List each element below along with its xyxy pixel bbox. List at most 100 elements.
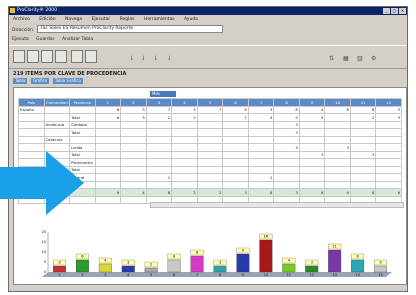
table-cell (324, 113, 351, 122)
tree-view-icon[interactable] (55, 50, 67, 63)
menu-item[interactable]: Reglas (116, 16, 139, 24)
options-icon[interactable]: ⚙ (371, 55, 376, 62)
swap-axes-icon[interactable]: ⇅ (329, 55, 334, 62)
menu-item[interactable]: Ayuda (180, 16, 202, 24)
pie-view-icon[interactable] (41, 50, 53, 63)
column-header-cell[interactable]: 12 (375, 98, 402, 107)
table-cell (298, 128, 326, 137)
table-cell (196, 165, 224, 174)
table-cell: 3 (120, 105, 147, 114)
row-label-cell[interactable] (43, 143, 71, 152)
table-cell: 3 (222, 188, 249, 197)
tab-table-chart[interactable]: Tabla Gráfico (52, 78, 83, 84)
row-label-cell[interactable]: España (18, 105, 45, 114)
table-cell: 3 (375, 105, 402, 114)
table-cell (145, 150, 173, 159)
column-header-cell[interactable]: 5 (196, 98, 224, 107)
data-label: 11 (332, 245, 337, 249)
table-cell (324, 135, 351, 144)
menu-item[interactable]: Herramientas (140, 16, 179, 24)
row-label-cell[interactable] (43, 113, 71, 122)
chart-bar (98, 263, 112, 273)
row-label-cell[interactable] (18, 113, 45, 122)
table-cell (94, 195, 122, 204)
menu-item[interactable]: Edición (35, 16, 59, 24)
window-title: ProClarity® 2000 (17, 8, 58, 13)
toolbar-button-save[interactable]: Guardar (33, 35, 57, 44)
row-label-cell[interactable]: Cataluña (43, 135, 71, 144)
table-cell (298, 158, 326, 167)
row-label-cell[interactable] (69, 105, 96, 114)
x-tick-label: 5 (150, 273, 152, 277)
column-group-header[interactable]: Mes (150, 91, 176, 97)
table-cell (324, 165, 351, 174)
row-label-cell[interactable] (18, 135, 45, 144)
tab-table[interactable]: Tabla (13, 78, 28, 84)
table-cell (247, 165, 275, 174)
table-cell (324, 150, 351, 159)
chart-icon[interactable]: ▥ (357, 55, 363, 62)
menu-item[interactable]: Archivo (9, 16, 34, 24)
minimize-button[interactable]: _ (383, 8, 390, 14)
layout-view-icon[interactable] (85, 50, 97, 63)
table-cell: 7 (196, 105, 224, 114)
table-cell (120, 158, 147, 167)
table-row: Andalucía Córdoba 3 (18, 120, 402, 129)
filter-icon[interactable]: ⇂ (153, 55, 158, 62)
table-cell: 3 (273, 128, 300, 137)
menu-item[interactable]: Ejecutar (88, 16, 115, 24)
row-label-cell[interactable]: Lleida (69, 143, 96, 152)
column-header-cell[interactable]: 7 (247, 98, 275, 107)
sort-desc-icon[interactable]: ⇃ (141, 55, 146, 62)
row-label-cell[interactable]: Andalucía (43, 120, 71, 129)
table-cell: 8 (94, 113, 122, 122)
close-button[interactable]: × (399, 8, 406, 14)
table-cell: 3 (120, 113, 147, 122)
decomp-view-icon[interactable] (71, 50, 83, 63)
column-header-cell[interactable]: 2 (120, 98, 147, 107)
row-header-cell[interactable]: Provincia (69, 98, 96, 107)
table-cell (298, 165, 326, 174)
column-header-cell[interactable]: 8 (273, 98, 300, 107)
row-label-cell[interactable]: Total (69, 113, 96, 122)
toolbar-button-run[interactable]: Ejecuta (9, 35, 32, 44)
table-cell (196, 173, 224, 182)
table-cell (196, 150, 224, 159)
column-header-cell[interactable]: 3 (145, 98, 173, 107)
table-cell (273, 173, 300, 182)
row-label-cell[interactable] (18, 120, 45, 129)
row-label-cell[interactable]: Total (69, 128, 96, 137)
column-header-cell[interactable]: 11 (349, 98, 377, 107)
grid-view-icon[interactable] (13, 50, 25, 63)
chart-view-icon[interactable] (27, 50, 39, 63)
row-header-cell[interactable]: País (18, 98, 45, 107)
table-row: Total 3 (18, 128, 402, 137)
row-label-cell[interactable] (69, 135, 96, 144)
row-label-cell[interactable] (18, 143, 45, 152)
row-header-cell[interactable]: Comunidad (43, 98, 71, 107)
column-header-cell[interactable]: 6 (222, 98, 249, 107)
table-cell (349, 158, 377, 167)
table-cell (94, 180, 122, 189)
drill-icon[interactable]: ⇃ (167, 55, 172, 62)
horizontal-scrollbar[interactable] (150, 202, 404, 208)
row-label-cell[interactable] (43, 105, 71, 114)
column-header-cell[interactable]: 10 (324, 98, 351, 107)
table-cell (120, 143, 147, 152)
table-cell (120, 165, 147, 174)
tab-chart[interactable]: Gráfico (30, 78, 50, 84)
address-input[interactable]: Fac Sales ES Resumen ProClarity Reporte (37, 25, 224, 33)
table-icon[interactable]: ▦ (343, 55, 349, 62)
column-header-cell[interactable]: 1 (94, 98, 122, 107)
row-label-cell[interactable]: Córdoba (69, 120, 96, 129)
column-header-cell[interactable]: 9 (298, 98, 326, 107)
sort-asc-icon[interactable]: ⇂ (129, 55, 134, 62)
maximize-button[interactable]: □ (391, 8, 398, 14)
table-cell (247, 150, 275, 159)
menu-item[interactable]: Navega (61, 16, 86, 24)
table-cell: 5 (298, 113, 326, 122)
column-header-cell[interactable]: 4 (171, 98, 198, 107)
row-label-cell[interactable] (43, 128, 71, 137)
toolbar-button-analyze[interactable]: Analizar Tabla (59, 35, 96, 44)
row-label-cell[interactable] (18, 128, 45, 137)
